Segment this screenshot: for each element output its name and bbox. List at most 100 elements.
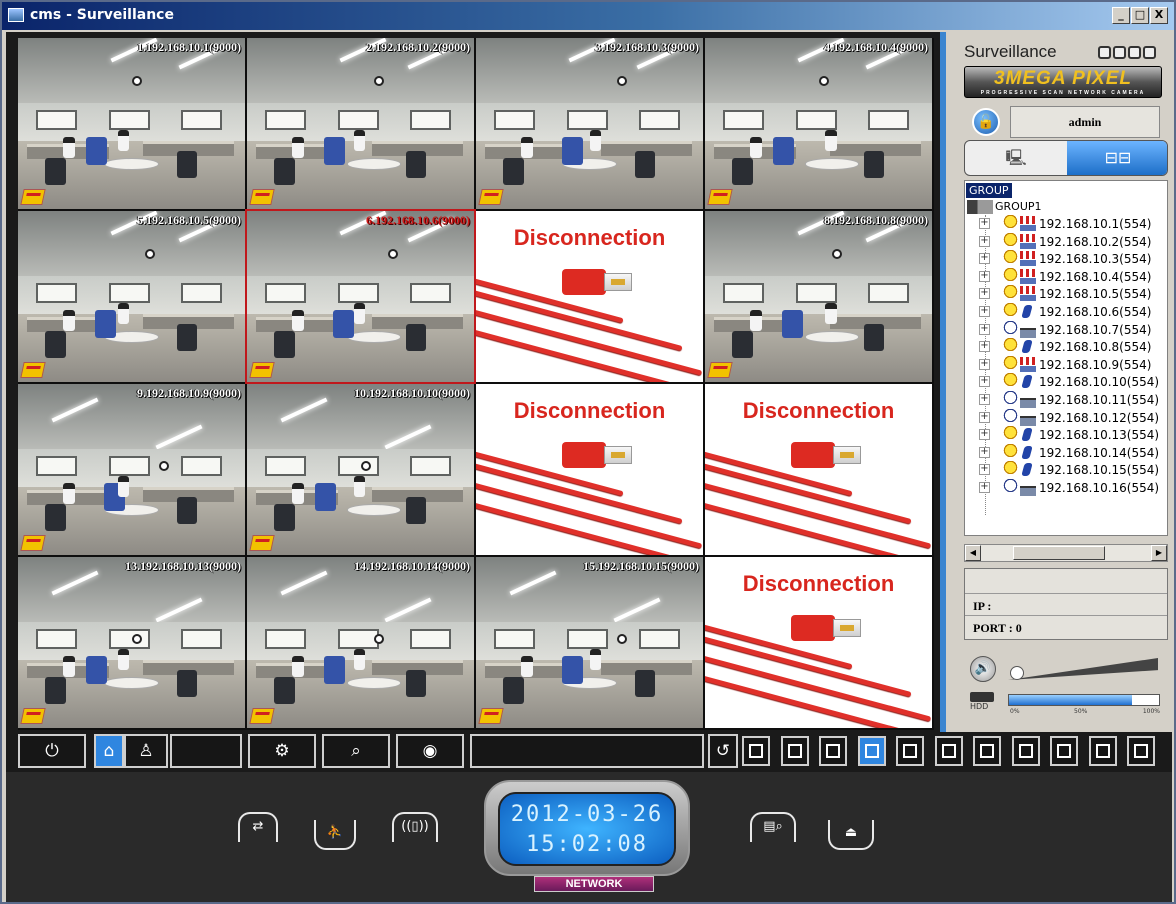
layout-8-button[interactable]: [934, 736, 963, 766]
tree-device-item[interactable]: +192.168.10.9(554): [979, 355, 1167, 374]
expand-icon[interactable]: +: [979, 270, 990, 282]
expand-icon[interactable]: +: [979, 358, 990, 370]
tree-scrollbar[interactable]: ◀ ▶: [964, 544, 1168, 562]
expand-icon[interactable]: +: [979, 482, 990, 493]
network-badge: NETWORK: [534, 876, 654, 892]
minimize-button[interactable]: _: [1112, 7, 1130, 24]
tree-device-item[interactable]: +192.168.10.12(554): [979, 408, 1167, 427]
camera-tile[interactable]: 2.192.168.10.2(9000): [247, 38, 474, 209]
camera-label: 5.192.168.10.5(9000): [137, 213, 241, 227]
tree-device-item[interactable]: +192.168.10.11(554): [979, 391, 1167, 409]
scroll-left-icon[interactable]: ◀: [965, 545, 981, 561]
camera-tile[interactable]: 8.192.168.10.8(9000): [705, 211, 932, 382]
settings-button[interactable]: ⚙: [248, 734, 316, 768]
power-button[interactable]: ⏻: [18, 734, 86, 768]
local-view-button[interactable]: 🖳: [965, 141, 1067, 175]
rotate-button[interactable]: ⇄: [238, 812, 278, 842]
camera-tile[interactable]: 15.192.168.10.15(9000): [476, 557, 703, 728]
camera-tile[interactable]: 13.192.168.10.13(9000): [18, 557, 245, 728]
tree-device-item[interactable]: +192.168.10.3(554): [979, 250, 1167, 268]
expand-icon[interactable]: +: [979, 253, 990, 265]
clock-display: 2012-03-26 15:02:08: [484, 780, 690, 876]
camera-tile[interactable]: 1.192.168.10.1(9000): [18, 38, 245, 209]
expand-icon[interactable]: +: [979, 218, 990, 229]
title-bar[interactable]: cms - Surveillance _ □ X: [2, 2, 1174, 30]
expand-icon[interactable]: +: [979, 429, 990, 441]
network-view-button[interactable]: ⊟⊟: [1067, 141, 1167, 175]
lock-icon[interactable]: 🔓: [972, 108, 1000, 136]
expand-icon[interactable]: +: [979, 341, 990, 353]
run-button[interactable]: ⛹: [314, 820, 356, 850]
volume-knob[interactable]: [1010, 666, 1024, 680]
expand-icon[interactable]: +: [979, 376, 990, 388]
volume-slider[interactable]: [1008, 658, 1158, 680]
layout-alt-button[interactable]: [1127, 736, 1155, 766]
search-button[interactable]: ⌕: [322, 734, 390, 768]
camera-label: 13.192.168.10.13(9000): [125, 559, 241, 573]
tree-device-item[interactable]: +192.168.10.5(554): [979, 285, 1167, 303]
expand-icon[interactable]: +: [979, 464, 990, 476]
status-icon: [1019, 286, 1037, 302]
alarm-button[interactable]: ((▯)): [392, 812, 438, 842]
tree-device-item[interactable]: +192.168.10.16(554): [979, 479, 1167, 497]
camera-tile[interactable]: 10.192.168.10.10(9000): [247, 384, 474, 555]
blank-button[interactable]: [170, 734, 242, 768]
tree-device-item[interactable]: +192.168.10.2(554): [979, 232, 1167, 251]
camera-tile[interactable]: Disconnection: [705, 557, 932, 728]
expand-icon[interactable]: +: [979, 394, 990, 405]
tree-device-item[interactable]: +192.168.10.4(554): [979, 267, 1167, 286]
speaker-icon[interactable]: 🔊: [970, 656, 996, 682]
scroll-thumb[interactable]: [1013, 546, 1105, 560]
device-ip: 192.168.10.1(554): [1039, 217, 1152, 231]
camera-tile[interactable]: 6.192.168.10.6(9000): [245, 209, 476, 384]
expand-icon[interactable]: +: [979, 288, 990, 300]
layout-13-button[interactable]: [1011, 736, 1040, 766]
layout-single-button[interactable]: [1050, 736, 1078, 766]
camera-tile[interactable]: 5.192.168.10.5(9000): [18, 211, 245, 382]
tree-device-item[interactable]: +192.168.10.6(554): [979, 303, 1167, 321]
camera-tile[interactable]: Disconnection: [705, 384, 932, 555]
layout-10-button[interactable]: [973, 736, 1001, 766]
camera-tile[interactable]: 9.192.168.10.9(9000): [18, 384, 245, 555]
view-icon-2[interactable]: [1113, 46, 1126, 59]
device-ip: 192.168.10.12(554): [1039, 410, 1160, 425]
expand-icon[interactable]: +: [979, 446, 990, 458]
scroll-right-icon[interactable]: ▶: [1151, 545, 1167, 561]
refresh-button[interactable]: ↺: [708, 734, 738, 768]
close-button[interactable]: X: [1150, 7, 1168, 24]
layout-16-button[interactable]: [857, 736, 886, 766]
view-icon-4[interactable]: [1143, 46, 1156, 59]
camera-tile[interactable]: 3.192.168.10.3(9000): [476, 38, 703, 209]
layout-1-button[interactable]: [742, 736, 770, 766]
view-icon-1[interactable]: [1098, 46, 1111, 59]
record-button[interactable]: ⏏: [828, 820, 874, 850]
group-node[interactable]: GROUP1: [967, 199, 1042, 216]
layout-6-button[interactable]: [896, 736, 924, 766]
expand-icon[interactable]: +: [979, 323, 990, 335]
tree-device-item[interactable]: +192.168.10.14(554): [979, 443, 1167, 462]
layout-9-button[interactable]: [819, 736, 847, 766]
layout-icon: [787, 744, 802, 758]
tree-device-item[interactable]: +192.168.10.15(554): [979, 461, 1167, 479]
home-button[interactable]: ⌂: [94, 734, 124, 768]
playback-search-button[interactable]: ▤⌕: [750, 812, 796, 842]
globe-button[interactable]: ◉: [396, 734, 464, 768]
expand-icon[interactable]: +: [979, 411, 990, 423]
tree-device-item[interactable]: +192.168.10.10(554): [979, 373, 1167, 391]
layout-4-button[interactable]: [780, 736, 809, 766]
layout-full-button[interactable]: [1088, 736, 1117, 766]
tree-device-item[interactable]: +192.168.10.7(554): [979, 320, 1167, 339]
expand-icon[interactable]: +: [979, 235, 990, 247]
tree-device-item[interactable]: +192.168.10.1(554): [979, 215, 1167, 233]
camera-tile[interactable]: Disconnection: [476, 211, 703, 382]
user-button[interactable]: ♙: [124, 734, 168, 768]
tree-device-item[interactable]: +192.168.10.8(554): [979, 338, 1167, 356]
tree-device-item[interactable]: +192.168.10.13(554): [979, 426, 1167, 444]
maximize-button[interactable]: □: [1131, 7, 1149, 24]
camera-tile[interactable]: Disconnection: [476, 384, 703, 555]
expand-icon[interactable]: +: [979, 306, 990, 317]
view-icon-3[interactable]: [1128, 46, 1141, 59]
camera-grid: 1.192.168.10.1(9000) 2.192.168.10.2(9000)…: [18, 38, 934, 730]
camera-tile[interactable]: 14.192.168.10.14(9000): [247, 557, 474, 728]
camera-tile[interactable]: 4.192.168.10.4(9000): [705, 38, 932, 209]
